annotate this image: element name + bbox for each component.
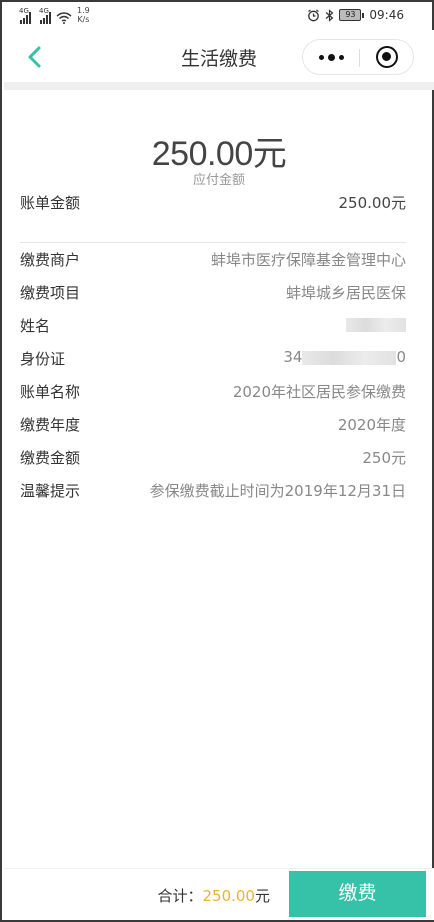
bluetooth-icon (326, 8, 334, 22)
row-value: 2020年度 (337, 416, 406, 434)
detail-row-year: 缴费年度 2020年度 (20, 414, 406, 440)
detail-row-payment-amount: 缴费金额 250元 (20, 447, 406, 473)
detail-row-item: 缴费项目 蚌埠城乡居民医保 (20, 282, 406, 308)
section-divider (20, 242, 406, 243)
wifi-icon (56, 12, 72, 24)
bottom-pay-bar: 合计：250.00元 缴费 (4, 868, 434, 920)
status-bar: 4G 4G 1.9 K/s 93 09:46 (2, 2, 432, 30)
nav-header: 生活缴费 (4, 30, 434, 84)
row-value-redacted (346, 315, 406, 333)
row-label: 缴费年度 (20, 416, 81, 434)
row-value: 蚌埠市医疗保障基金管理中心 (210, 251, 406, 269)
row-value: 250元 (362, 449, 406, 467)
pay-button[interactable]: 缴费 (289, 871, 426, 917)
total-amount: 合计：250.00元 (157, 887, 270, 905)
capsule-divider (359, 49, 360, 67)
row-label: 账单金额 (20, 194, 81, 212)
payable-amount-label: 应付金额 (192, 173, 245, 188)
row-label: 缴费商户 (20, 251, 81, 269)
detail-row-bill-name: 账单名称 2020年社区居民参保缴费 (20, 381, 406, 407)
status-left: 4G 4G 1.9 K/s (19, 6, 90, 24)
status-right: 93 09:46 (307, 8, 404, 22)
row-label: 温馨提示 (20, 482, 81, 500)
row-label: 账单名称 (20, 383, 81, 401)
status-time: 09:46 (369, 8, 404, 22)
more-button[interactable] (303, 40, 359, 74)
miniprogram-capsule (302, 39, 414, 75)
row-label: 姓名 (20, 317, 51, 335)
row-value: 2020年社区居民参保缴费 (232, 383, 406, 401)
app-frame: 4G 4G 1.9 K/s 93 09:46 生活缴费 250.00元 应付金额… (0, 0, 434, 922)
signal-icon: 4G (19, 7, 31, 24)
row-label: 缴费项目 (20, 284, 81, 302)
row-value: 250.00元 (338, 194, 407, 212)
close-miniprogram-icon[interactable] (376, 46, 398, 68)
bill-amount-row: 账单金额 250.00元 (20, 192, 406, 218)
network-speed: 1.9 K/s (77, 6, 90, 24)
alarm-icon (308, 9, 320, 21)
header-divider (4, 82, 434, 90)
detail-row-name: 姓名 (20, 315, 406, 341)
row-value-redacted: 34 0 (283, 348, 406, 366)
detail-row-merchant: 缴费商户 蚌埠市医疗保障基金管理中心 (20, 249, 406, 275)
row-value: 参保缴费截止时间为2019年12月31日 (149, 482, 406, 500)
payable-amount: 250.00元 (151, 135, 287, 173)
row-label: 缴费金额 (20, 449, 81, 467)
more-dots-icon (318, 54, 324, 60)
detail-row-tip: 温馨提示 参保缴费截止时间为2019年12月31日 (20, 480, 406, 506)
detail-row-id: 身份证 34 0 (20, 348, 406, 374)
row-value: 蚌埠城乡居民医保 (285, 284, 406, 302)
row-label: 身份证 (20, 350, 66, 368)
signal-icon: 4G (39, 7, 51, 24)
battery-icon: 93 (339, 9, 365, 21)
